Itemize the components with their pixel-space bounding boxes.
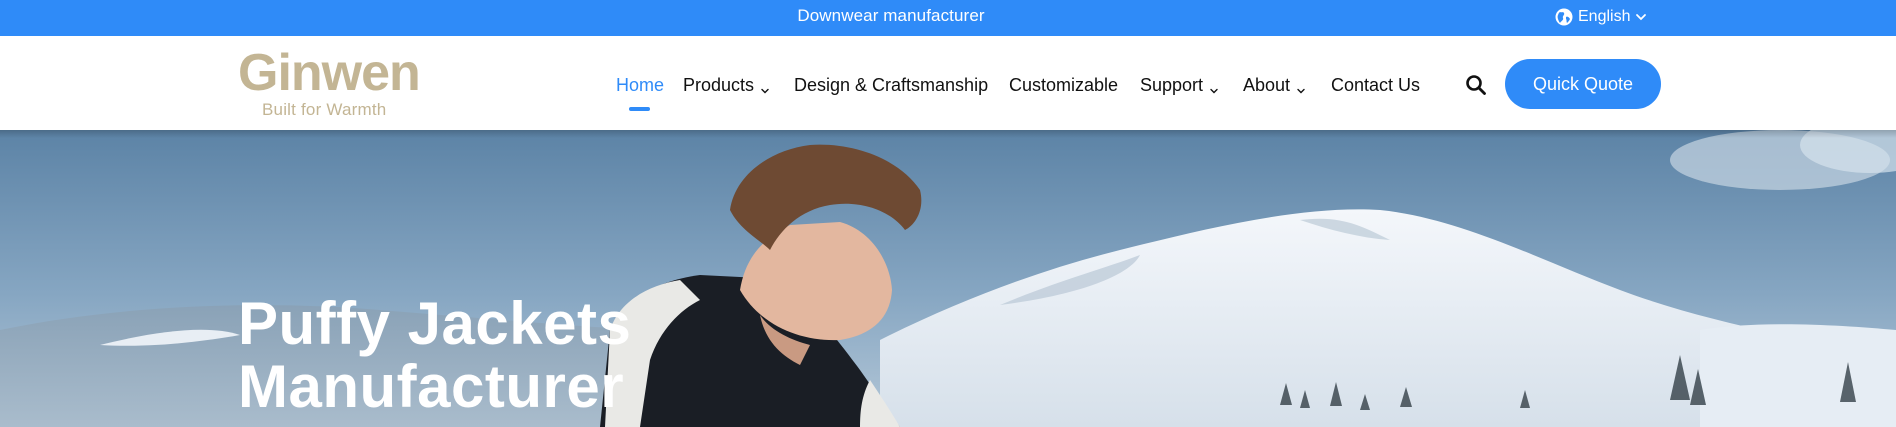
nav-item-home[interactable]: Home [616, 73, 664, 97]
chevron-down-icon [1296, 80, 1306, 94]
nav-item-label: Design & Craftsmanship [794, 74, 989, 95]
nav-item-label: Products [683, 74, 755, 95]
nav-item-label: About [1243, 74, 1291, 95]
nav-item-label: Home [616, 74, 665, 95]
quick-quote-button[interactable]: Quick Quote [1505, 59, 1661, 109]
chevron-down-icon [1635, 11, 1647, 23]
nav-item-label: Support [1140, 74, 1204, 95]
nav-item-about[interactable]: About [1243, 73, 1306, 97]
header-shadow [0, 130, 1896, 138]
hero-title: Puffy Jackets Manufacturer [238, 292, 631, 418]
nav-item-support[interactable]: Support [1140, 73, 1219, 97]
top-announcement-bar: Downwear manufacturer English [0, 0, 1896, 36]
search-icon[interactable] [1465, 74, 1487, 96]
active-nav-indicator [629, 107, 650, 111]
nav-item-design-craftsmanship[interactable]: Design & Craftsmanship [794, 73, 988, 97]
nav-item-label: Contact Us [1331, 74, 1421, 95]
nav-item-products[interactable]: Products [683, 73, 770, 97]
nav-item-customizable[interactable]: Customizable [1009, 73, 1118, 97]
chevron-down-icon [760, 80, 770, 94]
nav-item-label: Customizable [1009, 74, 1119, 95]
hero-title-line-1: Puffy Jackets [238, 290, 632, 357]
language-selector[interactable]: English [1555, 6, 1647, 28]
announcement-text: Downwear manufacturer [797, 6, 985, 25]
nav-item-contact-us[interactable]: Contact Us [1331, 73, 1420, 97]
language-label: English [1578, 8, 1631, 25]
hero-title-line-2: Manufacturer [238, 353, 625, 420]
globe-icon [1555, 8, 1573, 26]
site-header: Ginwen Built for Warmth Home Products De… [0, 36, 1896, 130]
hero-banner: Puffy Jackets Manufacturer [0, 130, 1896, 427]
chevron-down-icon [1209, 80, 1219, 94]
